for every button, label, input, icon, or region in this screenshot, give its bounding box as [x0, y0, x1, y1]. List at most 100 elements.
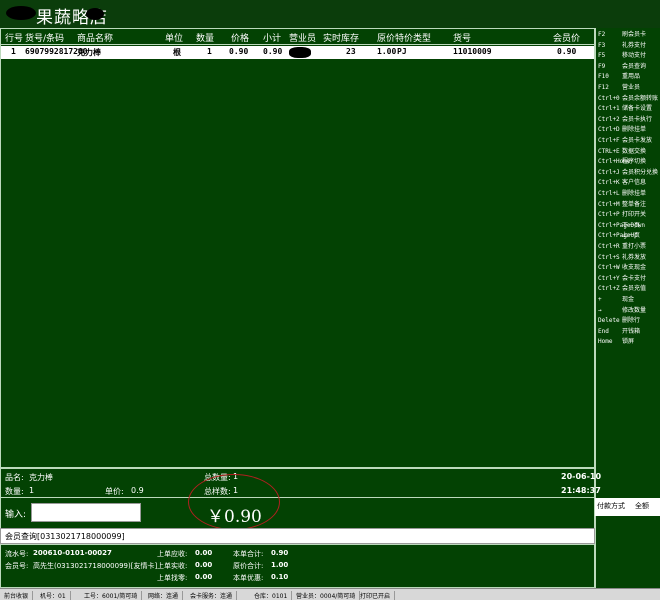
shortcut-key: F10: [598, 73, 609, 81]
shortcut-key: +: [598, 296, 602, 303]
shortcut-key: F5: [598, 52, 606, 60]
shortcut-item[interactable]: Ctrl+0 会员余额转账: [598, 95, 658, 103]
payment-tabs: 付款方式 全额: [595, 498, 660, 516]
shortcut-item[interactable]: CTRL+E 数据交换: [598, 148, 646, 156]
shortcut-item[interactable]: Delete 删除行: [598, 317, 640, 325]
col-name: 商品名称: [77, 34, 114, 44]
shortcut-key: F12: [598, 84, 609, 91]
shortcut-item[interactable]: Ctrl+PageDown下一页: [598, 221, 645, 230]
cell-qty: 1: [207, 47, 212, 56]
shortcut-label: 礼券发放: [622, 253, 647, 261]
shortcut-item[interactable]: + 现金: [598, 296, 634, 304]
col-price: 价格: [231, 34, 250, 44]
shortcut-item[interactable]: F12 营业员: [598, 84, 640, 92]
table-header: 行号 货号/条码 商品名称 单位 数量 价格 小计 营业员 实时库存 原价 特价…: [1, 29, 594, 45]
table-row[interactable]: 1 6907992817200 克力棒 根 1 0.90 0.90 23 1.0…: [1, 46, 594, 59]
shortcut-item[interactable]: Ctrl+Z 会员充值: [598, 285, 646, 293]
cell-name: 克力棒: [77, 48, 101, 57]
last-paid-label: 上单实收:: [157, 562, 188, 570]
redaction-mark: [289, 47, 311, 58]
shortcut-key: Ctrl+R: [598, 243, 620, 250]
member-no-value: 高先生(0313021718000099)[友情卡]: [33, 562, 158, 570]
shortcut-item[interactable]: F3 礼券支付: [598, 42, 646, 50]
shortcut-panel: F2 刷会员卡 F3 礼券支付 F5 移动支付 F9 会员查询 F10 重用品 F12 营业员 Ctrl…: [595, 28, 660, 498]
shortcut-key: Ctrl+2: [598, 115, 620, 123]
shortcut-label: 会员卡发放: [622, 137, 653, 144]
shortcut-key: →: [598, 306, 602, 314]
shortcut-item[interactable]: Ctrl+D 删除挂单: [598, 126, 646, 134]
orig-total-value: 1.00: [271, 561, 289, 569]
shortcut-item[interactable]: F10 重用品: [598, 73, 640, 81]
shortcut-key: Ctrl+D: [598, 126, 620, 134]
shortcut-label: 移动支付: [622, 52, 647, 60]
shortcut-label: 删除挂单: [622, 190, 647, 197]
shortcut-key: Ctrl+PageDown: [598, 221, 645, 229]
flow-no-label: 流水号:: [5, 550, 29, 558]
shortcut-key: Ctrl+Home: [598, 158, 631, 166]
shortcut-item[interactable]: Ctrl+Home程序切换: [598, 158, 646, 166]
shortcut-item[interactable]: Home 锁屏: [598, 338, 634, 346]
shortcut-label: 会员积分兑换: [622, 168, 659, 176]
shortcut-item[interactable]: Ctrl+K 客户信息: [598, 179, 646, 187]
barcode-input[interactable]: [31, 503, 141, 522]
last-due-value: 0.00: [195, 549, 213, 557]
shortcut-key: Ctrl+L: [598, 190, 620, 197]
shortcut-label: 会员卡执行: [622, 115, 653, 123]
shortcut-item[interactable]: Ctrl+R 重打小票: [598, 243, 646, 251]
tab-payment-method[interactable]: 付款方式: [597, 501, 625, 511]
shortcut-item[interactable]: F5 移动支付: [598, 52, 646, 60]
shortcut-item[interactable]: Ctrl+L 删除挂单: [598, 190, 646, 198]
col-line: 行号: [5, 34, 24, 44]
shortcut-item[interactable]: F2 刷会员卡: [598, 31, 646, 39]
title-bar: 果蔬略店: [0, 0, 660, 28]
col-clerk: 营业员: [289, 34, 317, 44]
status-clerk: 营业员：0004/简可琦: [296, 591, 361, 600]
shortcut-item[interactable]: F9 会员查询: [598, 63, 646, 71]
status-bar: 前台收银 机号：01 工号：6001/简可琦 网络：连通 会卡服务：连通 仓库：…: [0, 588, 660, 600]
status-machine: 机号：01: [40, 591, 71, 600]
shortcut-label: 会卡支付: [622, 274, 647, 282]
input-label: 输入:: [5, 510, 27, 520]
col-stock: 实时库存: [323, 34, 360, 44]
qty-value: 1: [29, 486, 35, 495]
status-card-service: 会卡服务：连通: [190, 591, 238, 600]
shortcut-label: 礼券支付: [622, 41, 647, 49]
shortcut-item[interactable]: Ctrl+W 收支现金: [598, 264, 646, 272]
shortcut-key: End: [598, 327, 609, 335]
cell-line: 1: [11, 47, 16, 56]
shortcut-label: 储备卡设置: [622, 105, 653, 113]
last-paid-value: 0.00: [195, 561, 213, 569]
shortcut-label: 程序切换: [622, 158, 647, 166]
shortcut-item[interactable]: Ctrl+M 整单备注: [598, 201, 646, 209]
cell-sku: 11010009: [453, 47, 492, 56]
shortcut-item[interactable]: Ctrl+J 会员积分兑换: [598, 169, 658, 177]
redaction-mark: [6, 6, 36, 20]
unit-price-value: 0.9: [131, 486, 144, 495]
shortcut-item[interactable]: Ctrl+1 储备卡设置: [598, 105, 652, 113]
cell-orig-price: 1.00: [377, 47, 397, 56]
shortcut-item[interactable]: Ctrl+2 会员卡执行: [598, 116, 652, 124]
highlight-circle: [188, 474, 280, 530]
shortcut-label: 数据交换: [622, 147, 647, 155]
shortcut-item[interactable]: Ctrl+P 打印开关: [598, 211, 646, 219]
member-query-bar[interactable]: 会员查询[0313021718000099]: [0, 528, 595, 544]
time-display: 21:48:37: [561, 486, 601, 495]
shortcut-item[interactable]: Ctrl+Y 会卡支付: [598, 275, 646, 283]
status-network: 网络：连通: [148, 591, 184, 600]
shortcut-item[interactable]: Ctrl+PageUp上一页: [598, 232, 640, 240]
shortcut-key: Ctrl+J: [598, 168, 620, 176]
shortcut-item[interactable]: End 开钱箱: [598, 328, 640, 336]
shortcut-item[interactable]: → 修改数量: [598, 307, 646, 315]
shortcut-label: 修改数量: [622, 306, 647, 314]
shortcut-key: Ctrl+M: [598, 200, 620, 208]
shortcut-item[interactable]: Ctrl+F 会员卡发放: [598, 137, 652, 145]
col-orig-price: 原价: [377, 34, 396, 44]
last-change-value: 0.00: [195, 573, 213, 581]
shortcut-item[interactable]: Ctrl+S 礼券发放: [598, 254, 646, 262]
input-row: 输入: ￥0.90: [0, 498, 595, 528]
shortcut-label: 打印开关: [622, 211, 647, 219]
qty-label: 数量:: [5, 487, 24, 496]
tab-full-amount[interactable]: 全额: [635, 501, 649, 511]
shortcut-key: Ctrl+F: [598, 137, 620, 144]
shortcut-label: 开钱箱: [622, 327, 641, 335]
